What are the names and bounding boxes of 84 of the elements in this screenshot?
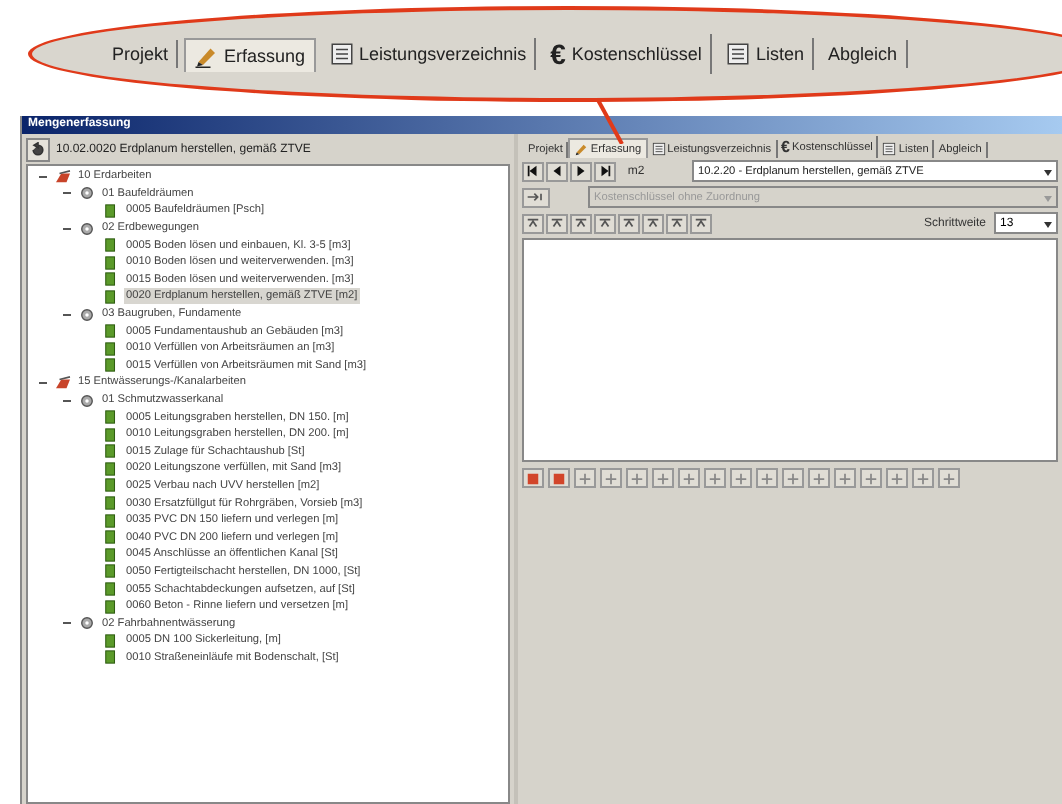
nav-button[interactable] [546,161,568,181]
toolbar-button[interactable] [808,468,830,488]
list-icon [725,42,750,66]
tool-icon [838,471,852,485]
toolbar-button[interactable] [574,468,596,488]
euro-icon: € [781,138,790,156]
link-button[interactable] [522,187,550,207]
tool-icon [942,471,956,485]
left-arrow-icon [550,164,564,178]
toolbar-button[interactable] [666,213,688,233]
toolbar-button[interactable] [594,213,616,233]
toolbar-button[interactable] [548,468,570,488]
tool-icon [604,471,618,485]
tool-icon [916,471,930,485]
toolbar-button[interactable] [652,468,674,488]
tool-icon [812,471,826,485]
tool-icon [656,471,670,485]
nav-button[interactable] [594,161,616,181]
tool-icon [550,216,564,230]
tool-icon [622,216,636,230]
toolbar-button[interactable] [690,213,712,233]
toolbar-button[interactable] [834,468,856,488]
right-arrow-icon [598,164,612,178]
gear-icon [78,307,96,322]
list-icon [329,42,354,66]
toolbar-button[interactable] [756,468,778,488]
euro-icon: € [550,38,566,70]
right-arrow-icon [574,164,588,178]
tool-icon [630,471,644,485]
toolbar-button[interactable] [618,213,640,233]
toolbar-button[interactable] [678,468,700,488]
tool-icon [578,471,592,485]
list-icon [651,142,666,156]
tool-icon [526,216,540,230]
editor-area[interactable] [522,238,1058,462]
toolbar-button[interactable] [704,468,726,488]
pencil-icon [194,43,219,67]
toolbar-button[interactable] [886,468,908,488]
tool-icon [598,216,612,230]
toolbar-button[interactable] [522,468,544,488]
link-icon [526,190,546,204]
tool-icon [694,216,708,230]
toolbar-button[interactable] [912,468,934,488]
tab[interactable]: Erfassung [184,37,316,71]
pencil-icon [574,142,589,156]
list-icon [882,142,897,156]
gear-icon [78,186,96,201]
toolbar-button[interactable] [600,468,622,488]
toolbar-button[interactable] [938,468,960,488]
toolbar-button[interactable] [570,213,592,233]
tab[interactable]: € Kostenschlüssel [542,34,712,74]
tool-icon [574,216,588,230]
dropdown-arrow-icon [1042,217,1054,229]
tool-icon [890,471,904,485]
tool-icon [708,471,722,485]
tool-icon [670,216,684,230]
toolbar-button[interactable] [860,468,882,488]
tab[interactable]: Listen [717,38,814,70]
tab[interactable]: Leistungsverzeichnis [321,38,537,70]
tool-icon [760,471,774,485]
item-icon [102,203,120,218]
tool-icon [864,471,878,485]
nav-button[interactable] [522,161,544,181]
toolbar-button[interactable] [522,213,544,233]
toolbar-button[interactable] [730,468,752,488]
gear-icon [78,221,96,236]
sync-button[interactable] [26,137,50,161]
tool-icon [682,471,696,485]
toolbar-button[interactable] [626,468,648,488]
left-arrow-icon [526,164,540,178]
tab[interactable]: Abgleich [819,40,907,68]
tool-icon [786,471,800,485]
tool-icon [734,471,748,485]
toolbar-button[interactable] [782,468,804,488]
tool-icon [646,216,660,230]
dropdown-arrow-icon [1042,165,1054,177]
toolbar-button[interactable] [546,213,568,233]
toolbar-button[interactable] [642,213,664,233]
tab[interactable]: Projekt [104,40,179,68]
refresh-icon [30,141,46,157]
nav-button[interactable] [570,161,592,181]
dropdown-arrow-icon [1042,191,1054,203]
gear-icon [78,616,96,631]
gear-icon [78,393,96,408]
